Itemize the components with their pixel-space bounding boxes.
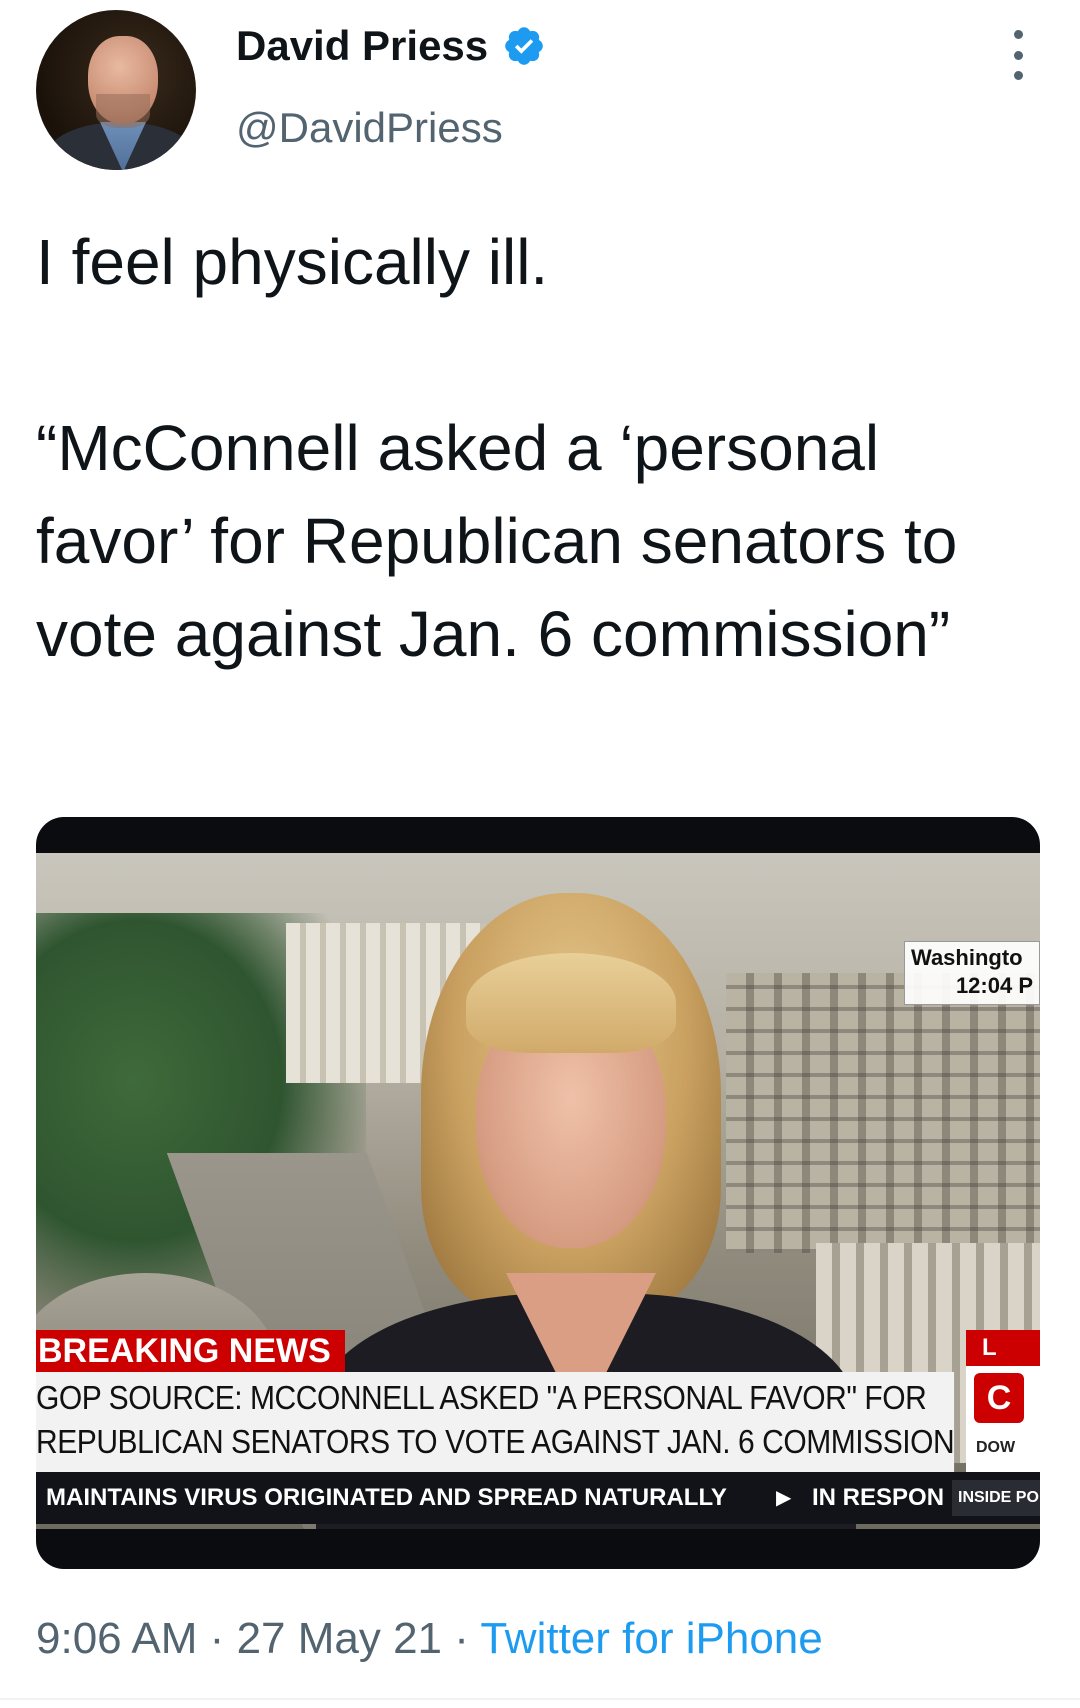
- ticker-badge: INSIDE PO: [952, 1480, 1040, 1516]
- author-handle[interactable]: @DavidPriess: [236, 104, 503, 152]
- ticker-text: MAINTAINS VIRUS ORIGINATED AND SPREAD NA…: [46, 1484, 727, 1511]
- news-broadcast-scene: Washingto 12:04 P BREAKING NEWS GOP SOUR…: [36, 853, 1040, 1529]
- chyron-headline: GOP SOURCE: MCCONNELL ASKED "A PERSONAL …: [36, 1372, 955, 1472]
- chyron-line-2: REPUBLICAN SENATORS TO VOTE AGAINST JAN.…: [36, 1423, 955, 1460]
- more-options-icon[interactable]: [1006, 30, 1030, 80]
- author-name-row[interactable]: David Priess: [236, 22, 546, 70]
- dow-label: DOW: [976, 1439, 1016, 1456]
- divider: [0, 1698, 1080, 1700]
- meta-separator: ·: [454, 1614, 469, 1663]
- tweet-source-link[interactable]: Twitter for iPhone: [480, 1614, 822, 1663]
- tweet-media-image[interactable]: Washingto 12:04 P BREAKING NEWS GOP SOUR…: [36, 817, 1040, 1569]
- tweet-date[interactable]: 27 May 21: [237, 1614, 442, 1663]
- location-time-box: Washingto 12:04 P: [904, 941, 1040, 1005]
- broadcast-time: 12:04 P: [955, 973, 1033, 998]
- author-name[interactable]: David Priess: [236, 22, 488, 70]
- meta-separator: ·: [209, 1614, 225, 1663]
- live-label: L: [966, 1330, 1040, 1366]
- verified-badge-icon: [505, 27, 543, 65]
- reporter-bangs: [466, 953, 676, 1053]
- network-logo-icon: C: [974, 1373, 1024, 1423]
- tweet-time[interactable]: 9:06 AM: [36, 1614, 197, 1663]
- author-avatar[interactable]: [36, 10, 196, 170]
- ticker-arrow-icon: ▶: [776, 1487, 792, 1509]
- more-dot: [1013, 30, 1023, 39]
- more-dot: [1013, 71, 1023, 80]
- news-ticker: MAINTAINS VIRUS ORIGINATED AND SPREAD NA…: [36, 1472, 1040, 1524]
- tweet-text: I feel physically ill. “McConnell asked …: [36, 226, 958, 670]
- chyron-line-1: GOP SOURCE: MCCONNELL ASKED "A PERSONAL …: [36, 1379, 927, 1416]
- location-label: Washingto: [911, 945, 1023, 970]
- ticker-next-text: IN RESPON: [812, 1484, 945, 1511]
- tweet-meta: 9:06 AM · 27 May 21 · Twitter for iPhone: [36, 1614, 823, 1664]
- breaking-news-label: BREAKING NEWS: [36, 1330, 345, 1372]
- more-dot: [1013, 50, 1023, 60]
- avatar-beard: [96, 94, 150, 128]
